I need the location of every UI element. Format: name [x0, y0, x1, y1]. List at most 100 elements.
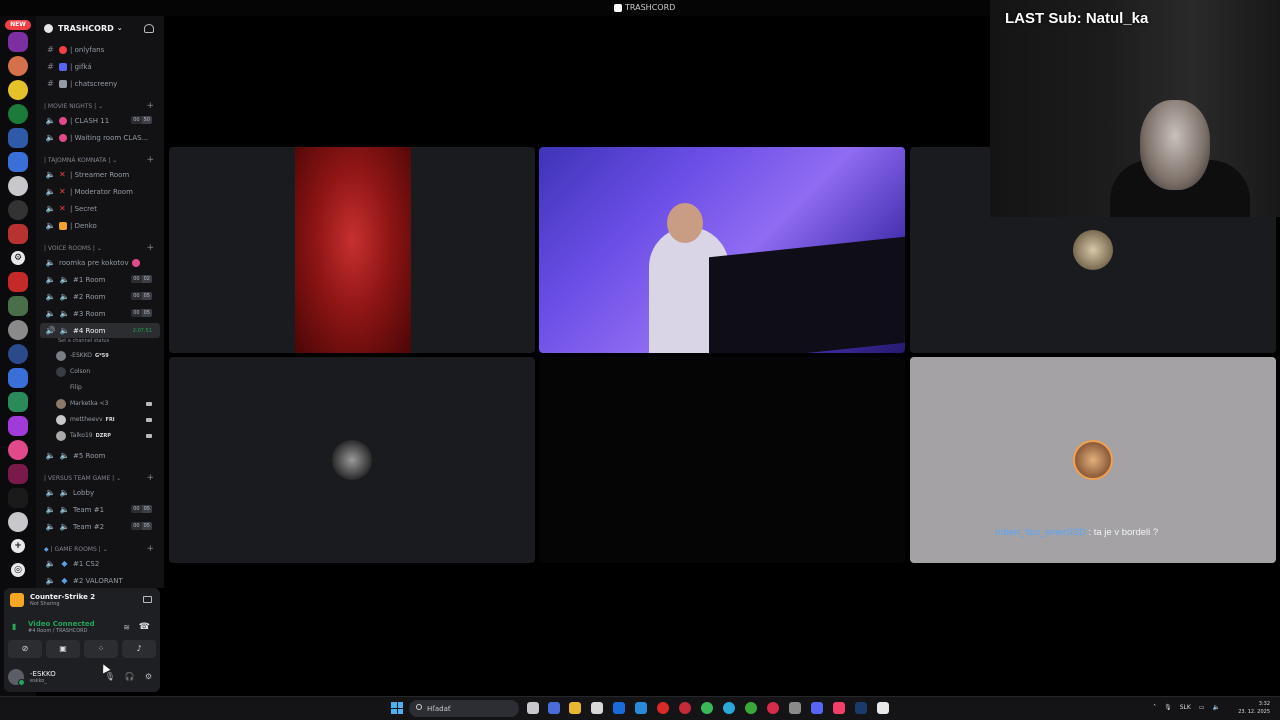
voice-channel-item[interactable]: 🔈 ✕ | Streamer Room	[40, 167, 160, 182]
soundboard-button[interactable]: ♪	[122, 640, 156, 658]
video-tile[interactable]	[169, 147, 535, 353]
chevron-up-icon[interactable]: ˄	[1153, 704, 1156, 711]
server-icon[interactable]	[8, 296, 28, 316]
add-channel-icon[interactable]: +	[146, 155, 154, 165]
voice-channel-item[interactable]: 🔈 | Denko	[40, 218, 160, 233]
voice-channel-item-active[interactable]: 🔊 🔈 #4 Room 2:07:51	[40, 323, 160, 338]
category-header[interactable]: ◆ | GAME ROOMS | ⌄ +	[44, 543, 160, 555]
voice-channel-item[interactable]: 🔈 roomka pre kokotov	[40, 255, 160, 270]
voice-channel-item[interactable]: 🔈 ✕ | Moderator Room	[40, 184, 160, 199]
headphones-icon[interactable]: 🎧	[125, 672, 135, 681]
add-channel-icon[interactable]: +	[146, 473, 154, 483]
add-server-icon[interactable]: +	[11, 539, 25, 553]
server-icon[interactable]	[8, 512, 28, 532]
voice-member[interactable]: -ESKKO G*59	[56, 348, 156, 363]
server-icon[interactable]	[8, 56, 28, 76]
activity-card[interactable]: Counter-Strike 2 Not Sharing	[4, 588, 160, 612]
server-icon[interactable]	[8, 128, 28, 148]
disconnect-icon[interactable]: ☎	[139, 622, 150, 632]
channel-item[interactable]: # | gifká	[40, 59, 160, 74]
voice-channel-item[interactable]: 🔈 🔈 #3 Room 00 05	[40, 306, 160, 321]
noise-suppression-icon[interactable]: ≋	[123, 623, 130, 632]
voice-channel-item[interactable]: 🔈 🔈 #2 Room 00 05	[40, 289, 160, 304]
taskbar-search[interactable]: Hľadať	[409, 700, 519, 717]
store-icon[interactable]	[591, 702, 603, 714]
share-screen-button[interactable]: ▣	[46, 640, 80, 658]
voice-member[interactable]: Colson	[56, 364, 156, 379]
server-icon[interactable]	[8, 32, 28, 52]
category-header[interactable]: | movie nights | ⌄ +	[44, 100, 160, 112]
add-channel-icon[interactable]: +	[146, 101, 154, 111]
settings-gear-icon[interactable]: ⚙	[11, 251, 25, 265]
channel-item[interactable]: # | onlyfans	[40, 42, 160, 57]
category-header[interactable]: | VERSUS TEAM GAME | ⌄ +	[44, 472, 160, 484]
voice-member[interactable]: Talko19 DZRP	[56, 428, 156, 443]
server-icon[interactable]	[8, 104, 28, 124]
app-icon[interactable]	[767, 702, 779, 714]
voice-member[interactable]: mettheevv FRI	[56, 412, 156, 427]
voice-channel-item[interactable]: 🔈 ✕ | Secret	[40, 201, 160, 216]
add-channel-icon[interactable]: +	[146, 544, 154, 554]
server-icon[interactable]	[8, 200, 28, 220]
voice-member[interactable]: Marketka <3	[56, 396, 156, 411]
server-icon[interactable]	[8, 368, 28, 388]
app-icon[interactable]	[877, 702, 889, 714]
voice-channel-item[interactable]: 🔈 🔈 Lobby	[40, 485, 160, 500]
server-icon[interactable]	[8, 176, 28, 196]
server-icon[interactable]	[8, 152, 28, 172]
server-icon[interactable]	[8, 416, 28, 436]
file-explorer-icon[interactable]	[569, 702, 581, 714]
voice-channel-item[interactable]: 🔈 🔈 #1 Room 00 02	[40, 272, 160, 287]
mail-icon[interactable]	[635, 702, 647, 714]
server-icon[interactable]	[8, 344, 28, 364]
mic-tray-icon[interactable]: 🎙	[1164, 704, 1172, 711]
gear-icon[interactable]: ⚙	[145, 672, 152, 681]
add-channel-icon[interactable]: +	[146, 243, 154, 253]
activities-button[interactable]: ⁘	[84, 640, 118, 658]
language-indicator[interactable]: SLK	[1180, 704, 1191, 711]
task-view-icon[interactable]	[527, 702, 539, 714]
server-icon[interactable]	[8, 488, 28, 508]
server-icon[interactable]	[8, 392, 28, 412]
video-tile[interactable]	[169, 357, 535, 563]
voice-channel-item[interactable]: 🔈 ◆ #1 CS2	[40, 556, 160, 571]
app-icon[interactable]	[745, 702, 757, 714]
category-header[interactable]: | VOICE ROOMS | ⌄ +	[44, 242, 160, 254]
opera-icon[interactable]	[657, 702, 669, 714]
edge-icon[interactable]	[723, 702, 735, 714]
chrome-icon[interactable]	[701, 702, 713, 714]
clock[interactable]: 3:32 23. 12. 2025	[1238, 700, 1270, 716]
voice-channel-item[interactable]: 🔈 | CLASH 11 00 50	[40, 113, 160, 128]
video-tile[interactable]	[539, 147, 905, 353]
server-icon[interactable]	[8, 464, 28, 484]
voice-channel-item[interactable]: 🔈 🔈 #5 Room	[40, 448, 160, 463]
outlook-icon[interactable]	[613, 702, 625, 714]
screen-share-icon[interactable]	[143, 596, 152, 603]
server-icon[interactable]	[8, 80, 28, 100]
category-header[interactable]: | TAJOMNÁ KOMNATA | ⌄ +	[44, 154, 160, 166]
invite-icon[interactable]	[144, 24, 154, 33]
channel-status[interactable]: Set a channel status	[58, 338, 109, 344]
voice-channel-item[interactable]: 🔈 | Waiting room CLAS...	[40, 130, 160, 145]
voice-member[interactable]: Filip	[56, 380, 156, 395]
opera-gx-icon[interactable]	[679, 702, 691, 714]
discover-icon[interactable]: ◎	[11, 563, 25, 577]
microphone-icon[interactable]: 🎙	[105, 672, 115, 681]
voice-channel-item[interactable]: 🔈 🔈 Team #2 00 05	[40, 519, 160, 534]
widgets-icon[interactable]	[548, 702, 560, 714]
network-icon[interactable]: ▭	[1199, 704, 1205, 711]
voice-channel-item[interactable]: 🔈 🔈 Team #1 00 05	[40, 502, 160, 517]
server-header[interactable]: TRASHCORD ⌄	[36, 16, 164, 40]
app-icon[interactable]	[789, 702, 801, 714]
server-icon[interactable]	[8, 320, 28, 340]
windows-start-icon[interactable]	[391, 702, 403, 714]
voice-channel-item[interactable]: 🔈 ◆ #2 VALORANT	[40, 573, 160, 588]
server-icon[interactable]	[8, 440, 28, 460]
channel-item[interactable]: # | chatscreeny	[40, 76, 160, 91]
server-icon[interactable]	[8, 224, 28, 244]
current-user[interactable]: -ESKKO eskko_ 🎙 🎧 ⚙	[4, 664, 160, 690]
camera-off-button[interactable]: ⊘	[8, 640, 42, 658]
server-icon[interactable]	[8, 272, 28, 292]
steam-icon[interactable]	[855, 702, 867, 714]
music-icon[interactable]	[833, 702, 845, 714]
